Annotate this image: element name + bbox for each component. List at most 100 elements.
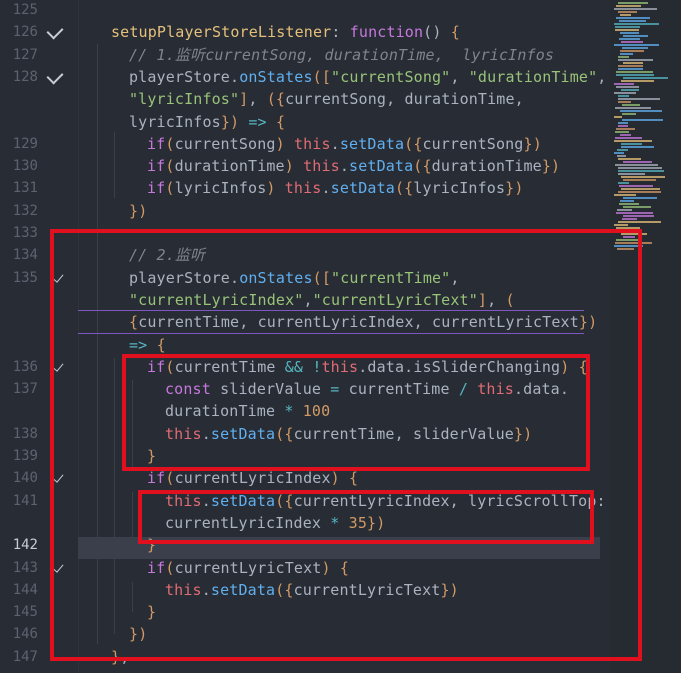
minimap-line [623,35,648,37]
minimap-line [621,143,642,145]
minimap-line [618,167,662,169]
minimap-line [618,158,641,160]
minimap-line [618,68,643,70]
line-number: 127 [12,46,38,63]
minimap-line [616,17,650,19]
minimap-line [618,2,648,4]
minimap-line [619,38,640,40]
minimap-line [620,32,639,34]
minimap-line [621,188,660,190]
line-number: 130 [12,158,38,175]
minimap-line [621,41,643,43]
minimap-line [618,59,653,61]
code-text: }) [129,201,148,220]
minimap-line [619,185,653,187]
minimap-line [620,200,634,202]
code-line[interactable]: 125 [0,0,610,21]
minimap-line [616,5,641,7]
line-number: 129 [12,135,38,152]
minimap-line [621,176,665,178]
highlight-box-slider [122,354,590,471]
minimap-line [614,140,652,142]
minimap-line [623,197,657,199]
line-number: 147 [12,648,38,665]
minimap-line [614,23,659,25]
line-number: 133 [12,225,38,241]
minimap-line [621,80,654,82]
minimap-line [618,98,660,100]
minimap-line [620,134,631,136]
minimap-line [619,20,646,22]
code-text: if(currentSong) this.setData({currentSon… [147,134,542,153]
minimap-line [616,212,653,214]
minimap-line [615,164,658,166]
minimap-line [623,77,668,79]
minimap-line [618,221,661,223]
minimap-line [614,44,659,46]
highlight-box-scroll [138,490,594,544]
minimap-line [622,113,636,115]
minimap-line [615,131,629,133]
minimap-line [617,209,632,211]
code-line[interactable]: lyricInfos}) => { [0,111,610,133]
line-number: 139 [12,448,38,464]
minimap-line [615,29,639,31]
minimap-line [618,182,629,184]
minimap-line [618,95,629,97]
minimap-line [618,56,629,58]
line-number: 134 [12,247,38,264]
minimap-line [623,215,654,217]
minimap-line [618,170,664,172]
line-number: 126 [12,24,38,41]
minimap-line [615,26,640,28]
line-number: 128 [12,68,38,85]
minimap-line [618,191,661,193]
minimap-line [614,116,622,118]
line-number: 132 [12,202,38,219]
line-number: 135 [12,269,38,286]
minimap-line [615,107,651,109]
fold-chevron-icon[interactable] [46,22,64,40]
code-line[interactable]: 132}) [0,200,610,222]
code-line[interactable]: 126 setupPlayerStoreListener: function() … [0,21,610,43]
minimap-line [617,155,626,157]
code-line[interactable]: 131 if(lyricInfos) this.setData({lyricInf… [0,177,610,199]
minimap-line [618,101,631,103]
minimap-line [614,194,636,196]
line-number: 136 [12,358,38,375]
minimap-line [623,206,651,208]
minimap-line [621,146,654,148]
code-text: playerStore.onStates(["currentSong", "du… [129,67,607,86]
minimap-line [618,173,645,175]
line-number: 137 [12,381,38,398]
minimap-line [623,62,643,64]
code-line[interactable]: 129 if(currentSong) this.setData({current… [0,133,610,155]
minimap-line [616,71,653,73]
minimap-line [622,218,637,220]
line-number: 144 [12,581,38,598]
minimap-line [616,128,635,130]
minimap-line [623,161,652,163]
minimap-line [620,53,633,55]
code-line[interactable]: 127 // 1.监听currentSong, durationTime, lyr… [0,44,610,66]
code-line[interactable]: 130 if(durationTime) this.setData({durati… [0,155,610,177]
line-number: 141 [12,492,38,509]
minimap-line [618,125,628,127]
minimap-line [616,74,654,76]
code-text: if(durationTime) this.setData({durationT… [147,157,561,176]
fold-chevron-icon[interactable] [46,67,64,85]
code-editor[interactable]: 125 126 setupPlayerStoreListener: function… [0,0,681,673]
line-number: 131 [12,180,38,197]
line-number: 142 [12,537,38,554]
line-number: 146 [12,626,38,643]
minimap-line [620,14,631,16]
code-line[interactable]: 128 playerStore.onStates(["currentSong", … [0,66,610,88]
code-text: if(lyricInfos) this.setData({lyricInfos}… [147,179,524,198]
minimap-line [617,149,628,151]
minimap-line [614,224,628,226]
line-number: 140 [12,470,38,487]
minimap-line [620,110,662,112]
minimap-line [619,203,639,205]
minimap-line [623,179,656,181]
code-line[interactable]: "lyricInfos"], ({currentSong, durationTi… [0,88,610,110]
